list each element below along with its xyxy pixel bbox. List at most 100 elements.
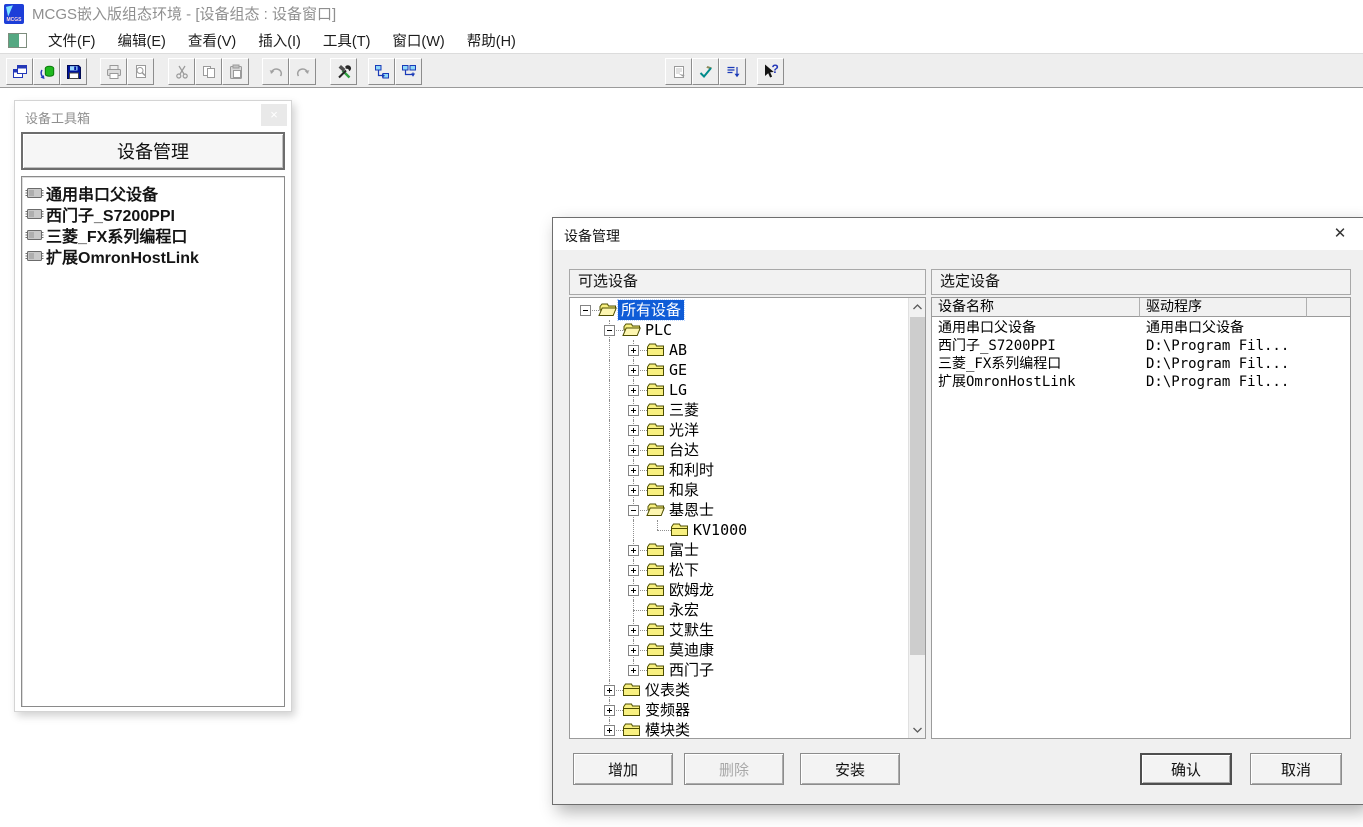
tree-item[interactable]: 和利时 bbox=[573, 460, 893, 480]
tree-item[interactable]: 仪表类 bbox=[573, 680, 893, 700]
list-item[interactable]: 通用串口父设备 bbox=[22, 182, 284, 203]
expand-icon[interactable] bbox=[628, 445, 639, 456]
tree-item[interactable]: 台达 bbox=[573, 440, 893, 460]
tree-item-label[interactable]: 变频器 bbox=[642, 700, 693, 720]
tree-item[interactable]: LG bbox=[573, 380, 893, 400]
expand-icon[interactable] bbox=[628, 565, 639, 576]
cancel-button[interactable]: 取消 bbox=[1250, 753, 1342, 785]
add-button[interactable]: 增加 bbox=[573, 753, 673, 785]
expand-icon[interactable] bbox=[628, 545, 639, 556]
tree-scrollbar[interactable] bbox=[908, 298, 925, 738]
tree-item-label[interactable]: 所有设备 bbox=[618, 300, 684, 320]
tree-item[interactable]: 艾默生 bbox=[573, 620, 893, 640]
expand-icon[interactable] bbox=[628, 365, 639, 376]
tree-item-label[interactable]: 三菱 bbox=[666, 400, 702, 420]
close-icon[interactable]: × bbox=[261, 104, 287, 126]
print-button[interactable] bbox=[100, 58, 127, 85]
menu-insert[interactable]: 插入(I) bbox=[247, 27, 312, 54]
sort-list-button[interactable] bbox=[719, 58, 746, 85]
scroll-thumb[interactable] bbox=[910, 317, 925, 655]
save-button[interactable] bbox=[60, 58, 87, 85]
tree-item[interactable]: 永宏 bbox=[573, 600, 893, 620]
list-item[interactable]: 三菱_FX系列编程口 bbox=[22, 224, 284, 245]
tree-item-label[interactable]: 莫迪康 bbox=[666, 640, 717, 660]
cut-button[interactable] bbox=[168, 58, 195, 85]
copy-button[interactable] bbox=[195, 58, 222, 85]
collapse-icon[interactable] bbox=[628, 505, 639, 516]
expand-icon[interactable] bbox=[628, 385, 639, 396]
tree-item-label[interactable]: AB bbox=[666, 340, 690, 360]
tree-item[interactable]: 三菱 bbox=[573, 400, 893, 420]
paste-button[interactable] bbox=[222, 58, 249, 85]
tree-item-label[interactable]: 艾默生 bbox=[666, 620, 717, 640]
expand-icon[interactable] bbox=[628, 485, 639, 496]
tree-item[interactable]: 模块类 bbox=[573, 720, 893, 739]
tree-item-label[interactable]: 欧姆龙 bbox=[666, 580, 717, 600]
expand-icon[interactable] bbox=[628, 625, 639, 636]
tree-item[interactable]: 欧姆龙 bbox=[573, 580, 893, 600]
scroll-up-icon[interactable] bbox=[909, 298, 926, 315]
column-header-driver[interactable]: 驱动程序 bbox=[1140, 298, 1307, 317]
tree-item[interactable]: AB bbox=[573, 340, 893, 360]
menu-window[interactable]: 窗口(W) bbox=[381, 27, 455, 54]
menu-file[interactable]: 文件(F) bbox=[37, 27, 107, 54]
tree-item-label[interactable]: 仪表类 bbox=[642, 680, 693, 700]
list-item[interactable]: 西门子_S7200PPI bbox=[22, 203, 284, 224]
expand-icon[interactable] bbox=[628, 465, 639, 476]
table-row[interactable]: 通用串口父设备 通用串口父设备 bbox=[932, 319, 1350, 337]
menu-edit[interactable]: 编辑(E) bbox=[107, 27, 177, 54]
tree-item[interactable]: 富士 bbox=[573, 540, 893, 560]
tree-item[interactable]: 基恩士 bbox=[573, 500, 893, 520]
expand-icon[interactable] bbox=[604, 705, 615, 716]
tree-item[interactable]: PLC bbox=[573, 320, 893, 340]
print-preview-button[interactable] bbox=[127, 58, 154, 85]
tree-item-label[interactable]: 和泉 bbox=[666, 480, 702, 500]
menu-help[interactable]: 帮助(H) bbox=[456, 27, 527, 54]
open-workbench-button[interactable] bbox=[33, 58, 60, 85]
expand-icon[interactable] bbox=[628, 405, 639, 416]
tree-item-label[interactable]: 基恩士 bbox=[666, 500, 717, 520]
tree-item-label[interactable]: 富士 bbox=[666, 540, 702, 560]
expand-icon[interactable] bbox=[628, 345, 639, 356]
tree-item-label[interactable]: KV1000 bbox=[690, 520, 750, 540]
expand-icon[interactable] bbox=[628, 425, 639, 436]
table-row[interactable]: 三菱_FX系列编程口 D:\Program Fil... bbox=[932, 355, 1350, 373]
mdi-child-icon[interactable] bbox=[8, 33, 27, 48]
tree-item-label[interactable]: LG bbox=[666, 380, 690, 400]
properties-button[interactable] bbox=[665, 58, 692, 85]
tree-item-label[interactable]: PLC bbox=[642, 320, 675, 340]
expand-icon[interactable] bbox=[604, 725, 615, 736]
tree-item-label[interactable]: GE bbox=[666, 360, 690, 380]
menu-tools[interactable]: 工具(T) bbox=[312, 27, 382, 54]
undo-button[interactable] bbox=[262, 58, 289, 85]
tree-item[interactable]: 变频器 bbox=[573, 700, 893, 720]
tree-item[interactable]: 光洋 bbox=[573, 420, 893, 440]
tree-item[interactable]: 西门子 bbox=[573, 660, 893, 680]
tree-item[interactable]: 所有设备 bbox=[573, 300, 893, 320]
context-help-button[interactable]: ? bbox=[757, 58, 784, 85]
tree-item-label[interactable]: 西门子 bbox=[666, 660, 717, 680]
palette-title-bar[interactable]: 设备工具箱 × bbox=[15, 101, 291, 129]
tree-item-label[interactable]: 和利时 bbox=[666, 460, 717, 480]
tree-item-label[interactable]: 永宏 bbox=[666, 600, 702, 620]
syntax-check-button[interactable] bbox=[692, 58, 719, 85]
scroll-down-icon[interactable] bbox=[909, 721, 926, 738]
delete-button[interactable]: 删除 bbox=[684, 753, 784, 785]
tools-button[interactable] bbox=[330, 58, 357, 85]
table-row[interactable]: 扩展OmronHostLink D:\Program Fil... bbox=[932, 373, 1350, 391]
column-header-empty[interactable] bbox=[1307, 298, 1350, 317]
table-row[interactable]: 西门子_S7200PPI D:\Program Fil... bbox=[932, 337, 1350, 355]
flow-chart-2-button[interactable] bbox=[395, 58, 422, 85]
collapse-icon[interactable] bbox=[580, 305, 591, 316]
install-button[interactable]: 安装 bbox=[800, 753, 900, 785]
tree-item-label[interactable]: 模块类 bbox=[642, 720, 693, 739]
tree-item[interactable]: 和泉 bbox=[573, 480, 893, 500]
device-manage-button[interactable]: 设备管理 bbox=[21, 132, 285, 170]
close-icon[interactable]: ✕ bbox=[1329, 224, 1351, 244]
tree-item[interactable]: 松下 bbox=[573, 560, 893, 580]
dialog-title-bar[interactable]: 设备管理 ✕ bbox=[553, 218, 1363, 250]
expand-icon[interactable] bbox=[628, 645, 639, 656]
column-header-device-name[interactable]: 设备名称 bbox=[932, 298, 1140, 317]
collapse-icon[interactable] bbox=[604, 325, 615, 336]
new-project-button[interactable] bbox=[6, 58, 33, 85]
